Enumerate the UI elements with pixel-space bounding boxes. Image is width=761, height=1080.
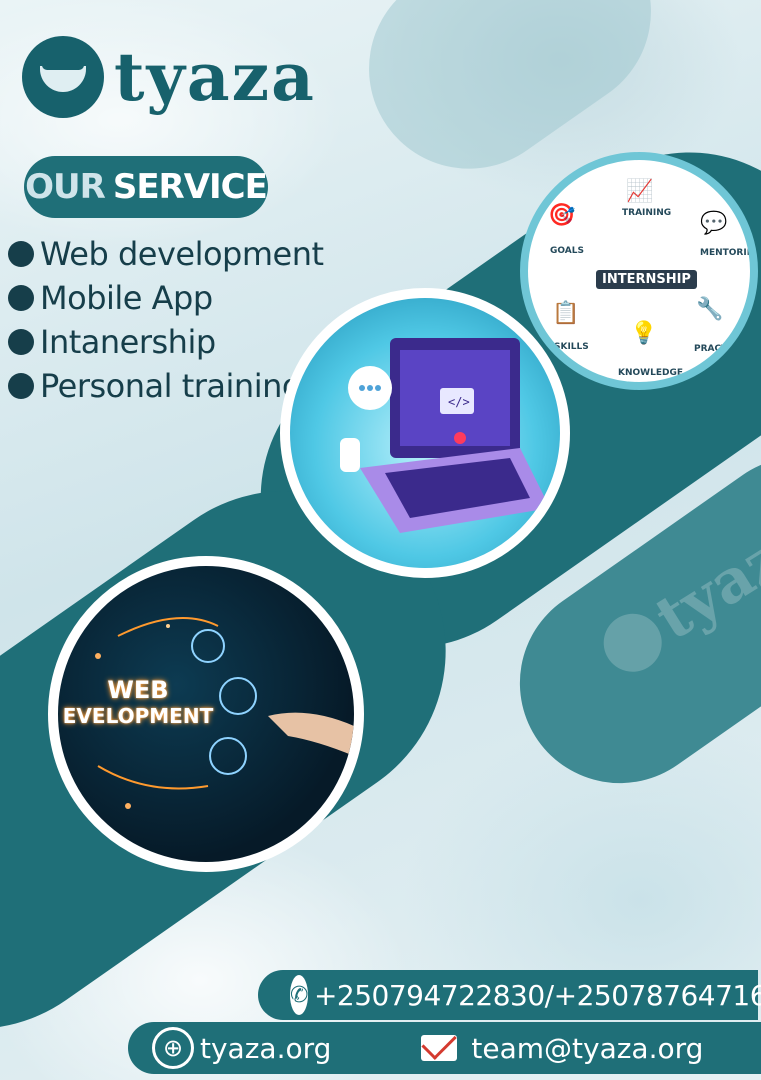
globe-icon: ⊕ — [152, 1027, 194, 1069]
service-item: Mobile App — [8, 276, 324, 320]
email-link[interactable]: team@tyaza.org — [471, 1032, 703, 1065]
brand-logo: tyaza — [22, 36, 316, 118]
practice-tools-icon: 🔧 — [696, 296, 724, 321]
logo-mark-icon — [22, 36, 104, 118]
label-training: TRAINING — [622, 208, 672, 218]
bullet-icon — [8, 329, 34, 355]
phone-contact-bar: ✆ +250794722830/+250787647168 — [258, 970, 761, 1020]
service-badge-service: SERVICE — [112, 167, 268, 207]
laptop-illustration: </> — [280, 288, 570, 578]
phone-numbers[interactable]: +250794722830/+250787647168 — [314, 979, 761, 1012]
label-goals: GOALS — [550, 246, 584, 256]
label-practice: PRACTICE — [694, 344, 744, 354]
service-item: Personal training — [8, 364, 324, 408]
phone-icon: ✆ — [290, 975, 308, 1015]
internship-cycle-image: 📈 TRAINING 💬 MENTORING INTERNSHIP 🔧 PRAC… — [520, 152, 758, 390]
skills-list-icon: 📋 — [552, 300, 580, 325]
label-skills: SKILLS — [554, 342, 589, 352]
laptop-icon: </> — [340, 338, 550, 533]
services-list: Web development Mobile App Intanership P… — [8, 232, 324, 408]
webdev-line1: WEB — [107, 676, 169, 704]
brand-name: tyaza — [114, 38, 316, 116]
svg-text:</>: </> — [448, 395, 470, 409]
bullet-icon — [8, 241, 34, 267]
label-mentoring: MENTORING — [700, 248, 758, 258]
webdev-line2: EVELOPMENT — [62, 704, 214, 728]
web-development-image: WEB EVELOPMENT — [48, 556, 364, 872]
service-badge-our: OUR — [25, 167, 106, 207]
web-email-contact-bar: ⊕ tyaza.org team@tyaza.org — [128, 1022, 761, 1074]
service-label: Mobile App — [40, 279, 213, 317]
training-chart-icon: 📈 — [626, 178, 654, 203]
service-label: Personal training — [40, 367, 302, 405]
website-link[interactable]: tyaza.org — [200, 1032, 331, 1065]
service-label: Intanership — [40, 323, 216, 361]
goals-target-icon: 🎯 — [548, 202, 576, 227]
mentoring-chat-icon: 💬 — [700, 210, 728, 235]
webdev-caption: WEB EVELOPMENT — [58, 676, 218, 728]
bullet-icon — [8, 285, 34, 311]
service-badge: OUR SERVICE — [24, 156, 268, 218]
label-knowledge: KNOWLEDGE — [618, 368, 683, 378]
internship-title: INTERNSHIP — [596, 270, 697, 289]
mail-icon — [421, 1035, 458, 1061]
service-item: Web development — [8, 232, 324, 276]
service-item: Intanership — [8, 320, 324, 364]
service-label: Web development — [40, 235, 324, 273]
bullet-icon — [8, 373, 34, 399]
knowledge-bulb-icon: 💡 — [630, 320, 658, 345]
